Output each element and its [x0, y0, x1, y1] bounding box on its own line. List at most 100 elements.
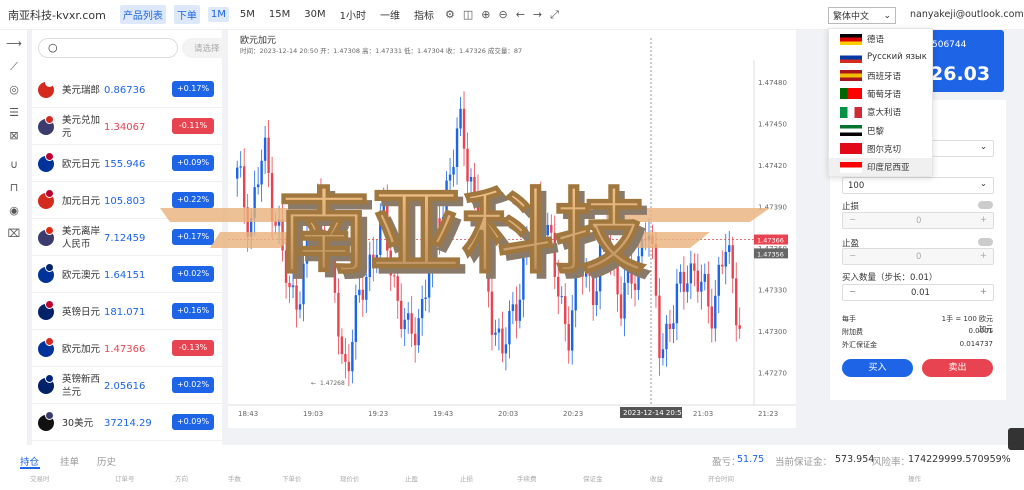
- lock-icon[interactable]: ⊓: [0, 176, 28, 199]
- zoom-in-icon[interactable]: ⊕: [481, 8, 490, 21]
- current-margin-value: 573.954: [835, 454, 875, 465]
- sell-button[interactable]: 卖出: [922, 359, 993, 377]
- stop-loss-toggle[interactable]: [978, 201, 993, 209]
- trend-line-icon[interactable]: ⟋: [0, 55, 28, 78]
- tab-product-list[interactable]: 产品列表: [119, 5, 166, 24]
- currency-flag-icon: [38, 300, 54, 320]
- symbol-name: 美元离岸人民币: [62, 226, 101, 250]
- stop-loss-value: 0: [916, 216, 922, 226]
- trash-icon[interactable]: ⌧: [0, 222, 28, 245]
- fullscreen-icon[interactable]: ⤢: [550, 8, 559, 22]
- watermark-logo: 南亚科技 南亚科技: [160, 178, 770, 292]
- language-option[interactable]: 西班牙语: [829, 67, 932, 85]
- symbol-price: 1.34067: [104, 121, 146, 133]
- plus-icon[interactable]: +: [980, 287, 987, 297]
- flag-overlay: [45, 189, 54, 198]
- arrow-right-icon[interactable]: →: [533, 8, 542, 21]
- plus-icon[interactable]: +: [980, 215, 987, 225]
- y-tick-label: 1.47300: [758, 328, 787, 336]
- country-flag-icon: [840, 143, 862, 155]
- candle: [420, 298, 424, 319]
- change-badge: -0.13%: [172, 340, 214, 356]
- magnet-icon[interactable]: ∪: [0, 153, 28, 176]
- currency-flag-icon: [38, 189, 54, 209]
- zoom-out-icon[interactable]: ⊖: [498, 8, 507, 21]
- symbol-row[interactable]: 英镑新西兰元 2.05616 +0.02%: [32, 368, 222, 404]
- gear-icon[interactable]: ⚙: [445, 8, 455, 21]
- language-option[interactable]: 印度尼西亚: [829, 158, 932, 177]
- column-header: 止盈: [405, 475, 418, 483]
- stop-loss-input[interactable]: − 0 +: [842, 212, 994, 229]
- tab-positions[interactable]: 持仓: [20, 454, 39, 468]
- language-option[interactable]: 德语: [829, 30, 932, 48]
- column-header: 止损: [460, 475, 473, 483]
- symbol-price: 0.86736: [104, 84, 146, 96]
- arrow-left-icon[interactable]: ←: [516, 8, 525, 21]
- y-tick-label: 1.47270: [758, 369, 787, 377]
- language-select[interactable]: 繁体中文 ⌄: [828, 7, 896, 24]
- country-flag-icon: [840, 88, 862, 100]
- take-profit-input[interactable]: − 0 +: [842, 248, 994, 265]
- candle: [340, 336, 344, 355]
- timeframe-5m[interactable]: 5M: [237, 7, 258, 22]
- change-badge: -0.11%: [172, 118, 214, 134]
- margin-value: 0.014737: [959, 340, 993, 348]
- plus-icon[interactable]: +: [980, 251, 987, 261]
- take-profit-toggle[interactable]: [978, 238, 993, 246]
- column-header: 下单价: [282, 475, 302, 483]
- side-action-icon[interactable]: [1008, 428, 1024, 450]
- timeframe-1m[interactable]: 1M: [207, 7, 229, 22]
- camera-icon[interactable]: ◫: [463, 8, 473, 21]
- symbol-row[interactable]: 美元瑞郎 0.86736 +0.17%: [32, 72, 222, 108]
- candle: [511, 304, 515, 311]
- language-option[interactable]: 图尔克切: [829, 140, 932, 158]
- language-option[interactable]: Русский язык: [829, 48, 932, 66]
- tab-history[interactable]: 历史: [97, 454, 116, 468]
- symbol-row[interactable]: 30美元 37214.29 +0.09%: [32, 405, 222, 441]
- language-label: 西班牙语: [867, 71, 902, 82]
- lot-size-select[interactable]: 100 ⌄: [842, 177, 994, 194]
- language-label: 意大利语: [867, 108, 902, 119]
- currency-flag-icon: [38, 263, 54, 283]
- column-header: 手数: [228, 475, 241, 483]
- timeframe-1h[interactable]: 1小时: [337, 5, 369, 24]
- symbol-row[interactable]: 欧元加元 1.47366 -0.13%: [32, 331, 222, 367]
- profit-value: 51.75: [737, 454, 765, 465]
- currency-flag-icon: [38, 226, 54, 246]
- country-flag-icon: [840, 161, 862, 173]
- shape-tool-icon[interactable]: ⊠: [0, 124, 28, 147]
- candle: [400, 300, 403, 330]
- timeframe-1d[interactable]: 一维: [377, 5, 403, 24]
- minus-icon[interactable]: −: [849, 215, 856, 225]
- active-tab-underline: [20, 467, 40, 469]
- tab-place-order[interactable]: 下单: [173, 5, 200, 24]
- symbol-row[interactable]: 美元兑加元 1.34067 -0.11%: [32, 109, 222, 145]
- quantity-stepper[interactable]: − 0.01 +: [842, 284, 994, 301]
- fib-lines-icon[interactable]: ☰: [0, 101, 28, 124]
- candle: [344, 354, 347, 362]
- circle-tool-icon[interactable]: ◎: [0, 78, 28, 101]
- language-option[interactable]: 意大利语: [829, 103, 932, 121]
- candle: [455, 128, 459, 167]
- low-price-label: 1.47268: [320, 380, 345, 387]
- language-select-value: 繁体中文: [833, 12, 870, 22]
- minus-icon[interactable]: −: [849, 287, 856, 297]
- timeframe-15m[interactable]: 15M: [266, 7, 293, 22]
- timeframe-30m[interactable]: 30M: [301, 7, 328, 22]
- x-tick-label: 21:23: [758, 410, 778, 418]
- eye-icon[interactable]: ◉: [0, 199, 28, 222]
- language-label: 德语: [867, 35, 885, 45]
- horizontal-line-icon[interactable]: ⟶: [0, 32, 28, 55]
- minus-icon[interactable]: −: [849, 251, 856, 261]
- positions-table-header: 交易时 订单号 方向 手数 下单价 现价价 止盈 止损 手续费 保证金 收益 开仓时间 操作: [0, 473, 1024, 485]
- currency-flag-icon: [38, 115, 54, 135]
- language-option[interactable]: 葡萄牙语: [829, 85, 932, 103]
- risk-rate-value: 174229999.570959%: [908, 454, 1011, 465]
- currency-flag-icon: [38, 337, 54, 357]
- tab-pending[interactable]: 挂单: [60, 454, 79, 468]
- search-input[interactable]: ○: [38, 38, 178, 58]
- buy-button[interactable]: 买入: [842, 359, 913, 377]
- column-header: 保证金: [583, 475, 603, 483]
- language-option[interactable]: 巴黎: [829, 122, 932, 140]
- indicators-button[interactable]: 指标: [411, 5, 437, 24]
